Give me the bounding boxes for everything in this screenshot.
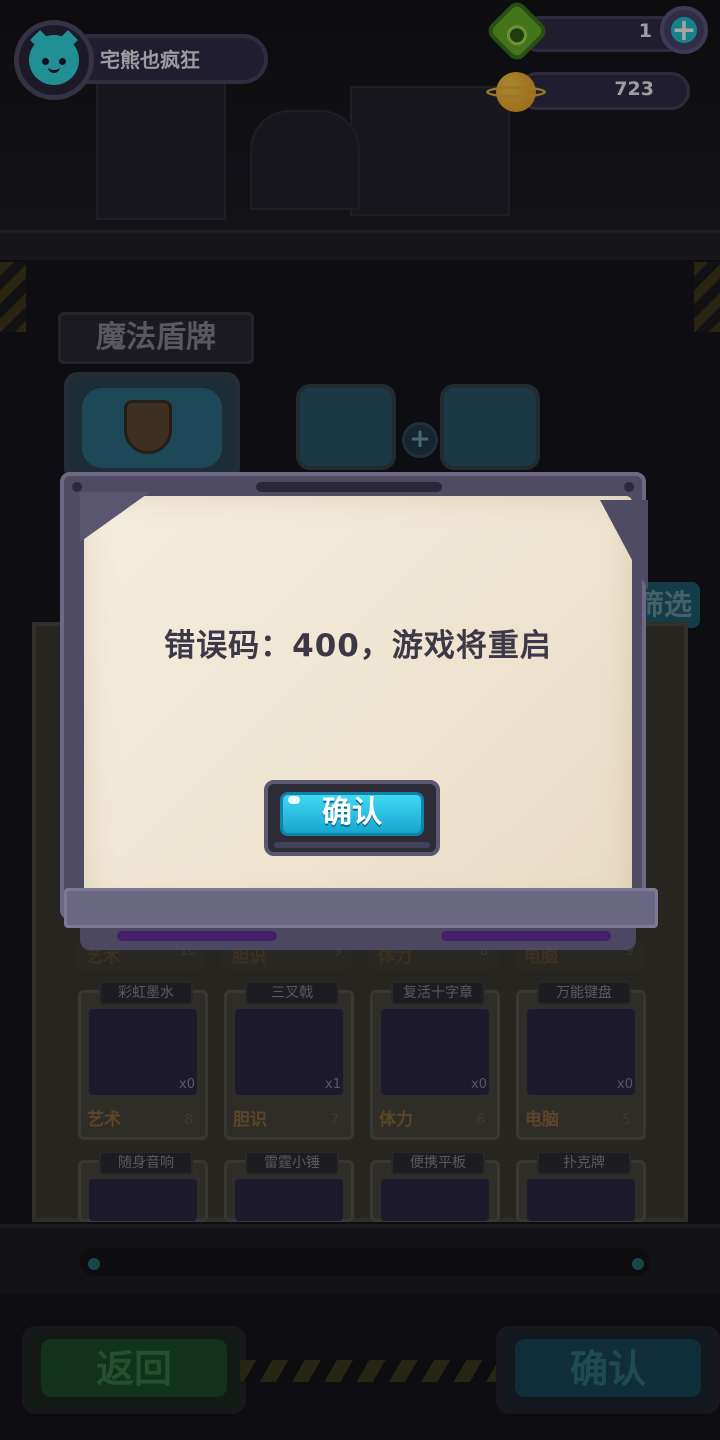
error-dialog: 错误码：400，游戏将重启 确认 <box>60 470 660 950</box>
rail-slot <box>117 931 277 941</box>
dialog-confirm-label: 确认 <box>322 795 382 830</box>
error-message: 错误码：400，游戏将重启 <box>164 628 552 664</box>
rivet <box>72 482 82 492</box>
game-screen: 魔法盾牌 + 筛选 艺术 10 胆识 9 体力 8 电脑 9 彩虹墨水 x0 艺术 8 … <box>0 0 720 1440</box>
dialog-bottom-rail <box>64 888 658 941</box>
rail-slot <box>441 931 611 941</box>
rivet <box>624 482 634 492</box>
button-shadow <box>274 842 430 848</box>
dialog-top-bar <box>256 482 442 492</box>
dialog-confirm-button[interactable]: 确认 <box>264 780 440 856</box>
